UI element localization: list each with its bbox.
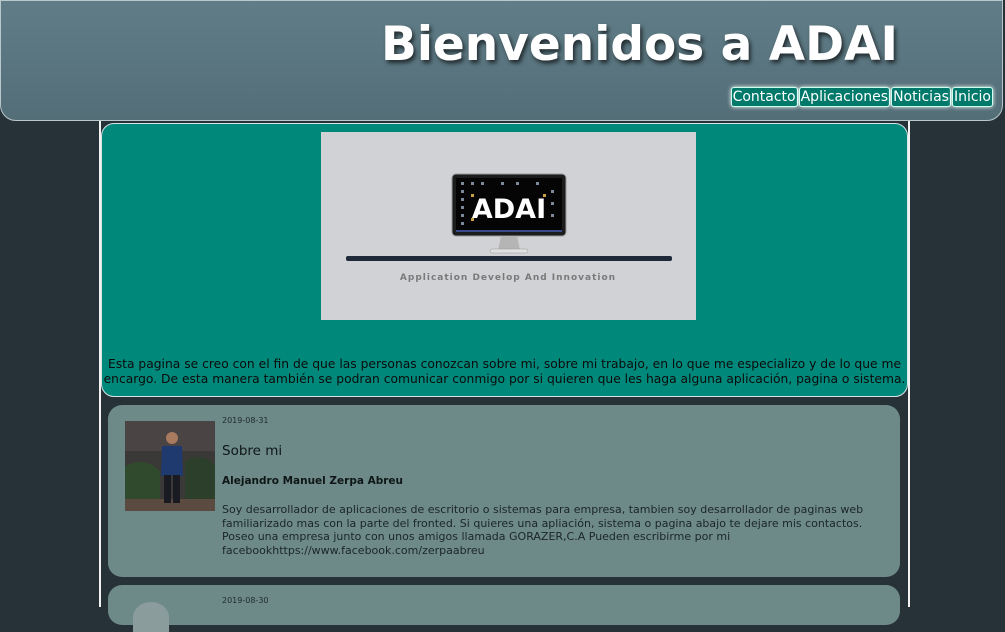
site-header: Bienvenidos a ADAI Contacto Aplicaciones… xyxy=(0,0,1003,121)
post-card: 2019-08-31 Sobre mi Alejandro Manuel Zer… xyxy=(108,405,900,577)
adai-logo-image: ADAI Application Develop And Innovation xyxy=(321,132,696,320)
site-title: Bienvenidos a ADAI xyxy=(381,17,898,72)
logo-tagline: Application Develop And Innovation xyxy=(400,273,616,283)
post-date: 2019-08-30 xyxy=(222,596,269,605)
logo-text: ADAI xyxy=(472,194,546,225)
nav-noticias[interactable]: Noticias xyxy=(891,87,951,107)
post-body: Soy desarrollador de aplicaciones de esc… xyxy=(222,503,864,557)
nav-aplicaciones[interactable]: Aplicaciones xyxy=(798,87,891,107)
person-photo-icon xyxy=(125,421,215,511)
post-author: Alejandro Manuel Zerpa Abreu xyxy=(222,475,404,487)
author-photo xyxy=(125,421,215,511)
post-card: 2019-08-30 xyxy=(108,585,900,632)
nav-inicio[interactable]: Inicio xyxy=(951,87,993,107)
hero-section: ADAI Application Develop And Innovation … xyxy=(101,123,908,397)
monitor-icon: ADAI Application Develop And Innovation xyxy=(346,173,672,283)
main-nav: Contacto Aplicaciones Noticias Inicio xyxy=(730,87,993,107)
hero-description: Esta pagina se creo con el fin de que la… xyxy=(103,357,906,386)
nav-contacto[interactable]: Contacto xyxy=(730,87,798,107)
post-title: Sobre mi xyxy=(222,443,283,459)
post-date: 2019-08-31 xyxy=(222,416,269,425)
